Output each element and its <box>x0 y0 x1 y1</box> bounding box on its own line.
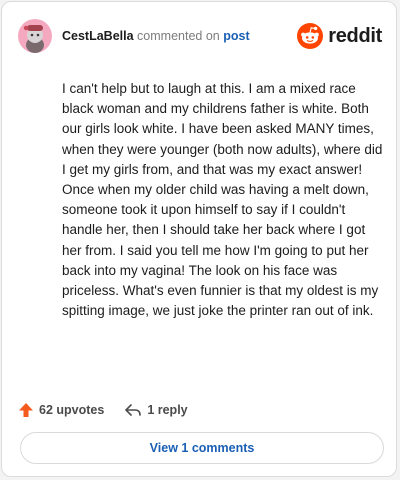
reddit-wordmark: reddit <box>328 24 382 47</box>
commented-on-text: commented on <box>137 29 220 43</box>
upvote-count: 62 upvotes <box>39 403 105 417</box>
reply-arrow-icon <box>125 404 142 416</box>
comment-paragraph: Once when my older child was having a me… <box>62 182 379 319</box>
comment-header: CestLaBella commented on post reddit <box>18 18 382 54</box>
comment-card: CestLaBella commented on post reddit I c… <box>1 1 397 477</box>
username-link[interactable]: CestLaBella <box>62 29 134 43</box>
reddit-brand[interactable]: reddit <box>297 23 382 49</box>
view-comments-button[interactable]: View 1 comments <box>20 432 384 464</box>
comment-byline: CestLaBella commented on post <box>62 28 250 44</box>
comment-actions: 62 upvotes 1 reply <box>18 399 188 421</box>
comment-paragraph: I can't help but to laugh at this. I am … <box>62 81 383 177</box>
comment-body: I can't help but to laugh at this. I am … <box>62 79 384 321</box>
upvote-button[interactable]: 62 upvotes <box>18 402 104 418</box>
post-link[interactable]: post <box>223 29 249 43</box>
reddit-logo-icon <box>297 23 324 49</box>
reply-count: 1 reply <box>147 403 188 417</box>
upvote-arrow-icon <box>19 403 33 417</box>
snoo-avatar-icon[interactable] <box>18 19 52 53</box>
reply-button[interactable]: 1 reply <box>124 402 188 418</box>
